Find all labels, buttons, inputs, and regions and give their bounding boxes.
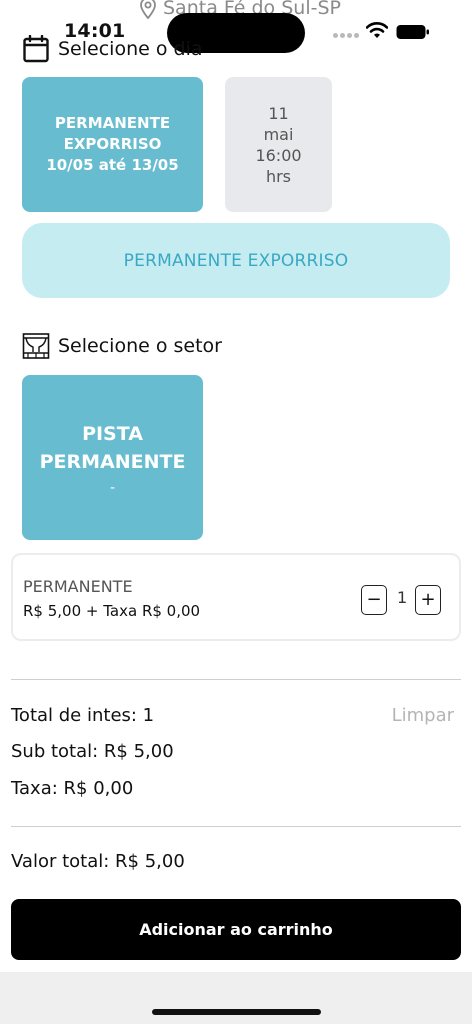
clear-button[interactable]: Limpar xyxy=(392,705,454,726)
day-option-line: 10/05 até 13/05 xyxy=(46,156,179,174)
grand-total: Valor total: R$ 5,00 xyxy=(11,851,185,872)
total-items: Total de intes: 1 xyxy=(11,705,155,726)
sector-section-title: Selecione o setor xyxy=(58,335,222,357)
day-option-11-mai[interactable]: 11 mai 16:00 hrs xyxy=(225,77,332,212)
home-indicator[interactable] xyxy=(152,1009,321,1015)
day-section-header: Selecione o dia xyxy=(22,34,203,64)
day-option-line: mai xyxy=(263,124,294,144)
wifi-icon xyxy=(366,22,388,38)
day-option-line: 11 xyxy=(268,103,289,123)
day-section-title: Selecione o dia xyxy=(58,38,203,60)
quantity-stepper: − 1 + xyxy=(361,585,441,615)
ticket-name: PERMANENTE xyxy=(23,577,133,596)
divider xyxy=(11,826,461,827)
add-to-cart-button[interactable]: Adicionar ao carrinho xyxy=(11,899,461,960)
battery-icon xyxy=(396,25,429,39)
ticket-price: R$ 5,00 + Taxa R$ 0,00 xyxy=(23,602,201,620)
cellular-signal-icon xyxy=(333,33,359,39)
stage-icon xyxy=(22,331,50,361)
increase-quantity-button[interactable]: + xyxy=(415,585,441,615)
day-option-line: EXPORRISO xyxy=(63,135,162,153)
divider xyxy=(11,679,461,680)
day-option-permanente[interactable]: PERMANENTE EXPORRISO 10/05 até 13/05 xyxy=(22,77,203,212)
sector-subtitle: - xyxy=(109,479,116,496)
sector-name-line: PISTA xyxy=(82,422,143,445)
day-option-line: 16:00 xyxy=(255,145,302,165)
event-banner-text: PERMANENTE EXPORRISO xyxy=(123,250,349,271)
sector-option-pista-permanente[interactable]: PISTA PERMANENTE - xyxy=(22,375,203,540)
sector-name-line: PERMANENTE xyxy=(39,450,186,473)
calendar-icon xyxy=(22,34,50,64)
ticket-row: PERMANENTE R$ 5,00 + Taxa R$ 0,00 − 1 + xyxy=(11,553,461,641)
day-option-line: hrs xyxy=(265,166,292,186)
sector-section-header: Selecione o setor xyxy=(22,331,222,361)
day-option-line: PERMANENTE xyxy=(54,114,171,132)
quantity-value: 1 xyxy=(397,587,408,607)
event-banner: PERMANENTE EXPORRISO xyxy=(22,223,450,298)
fee: Taxa: R$ 0,00 xyxy=(11,778,134,799)
decrease-quantity-button[interactable]: − xyxy=(361,585,387,615)
subtotal: Sub total: R$ 5,00 xyxy=(11,741,174,762)
bottom-safe-area xyxy=(0,972,472,1024)
